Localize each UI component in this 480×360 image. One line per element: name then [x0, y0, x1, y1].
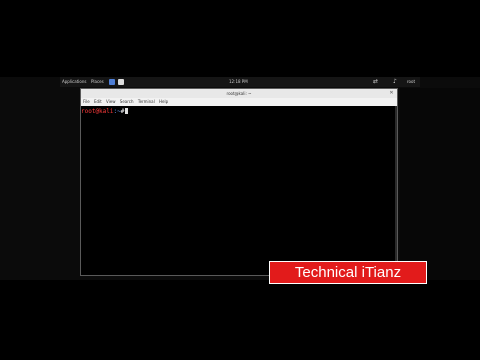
applications-menu[interactable]: Applications — [62, 77, 86, 87]
desktop-area — [400, 88, 480, 280]
user-menu[interactable]: root — [407, 77, 415, 87]
window-titlebar[interactable]: root@kali: ~ ✕ — [81, 89, 397, 98]
sound-icon[interactable]: ♪ — [393, 78, 397, 86]
menu-file[interactable]: File — [83, 98, 90, 106]
top-panel: Applications Places 12:18 PM ⇄ ♪ root — [60, 77, 420, 87]
prompt-line: root@kali:~# — [81, 108, 129, 115]
close-icon[interactable]: ✕ — [388, 90, 395, 97]
window-title: root@kali: ~ — [226, 91, 252, 96]
terminal-window[interactable]: root@kali: ~ ✕ File Edit View Search Ter… — [80, 88, 398, 276]
text-cursor — [125, 108, 129, 114]
channel-watermark: Technical iTianz — [269, 261, 427, 284]
menu-terminal[interactable]: Terminal — [138, 98, 155, 106]
terminal-launcher-icon[interactable] — [118, 79, 124, 85]
terminal-scrollbar[interactable] — [395, 106, 397, 274]
menu-edit[interactable]: Edit — [94, 98, 102, 106]
clock[interactable]: 12:18 PM — [229, 77, 248, 87]
prompt-path: :~ — [113, 108, 121, 115]
prompt-user: root@kali — [81, 108, 114, 115]
favorites-launcher-icon[interactable] — [109, 79, 115, 85]
network-icon[interactable]: ⇄ — [373, 78, 378, 86]
places-menu[interactable]: Places — [91, 77, 104, 87]
menu-help[interactable]: Help — [159, 98, 168, 106]
menu-search[interactable]: Search — [120, 98, 134, 106]
menu-view[interactable]: View — [106, 98, 116, 106]
terminal-output[interactable]: root@kali:~# — [81, 106, 397, 275]
prompt-symbol: # — [120, 108, 125, 115]
menu-bar: File Edit View Search Terminal Help — [81, 98, 397, 106]
